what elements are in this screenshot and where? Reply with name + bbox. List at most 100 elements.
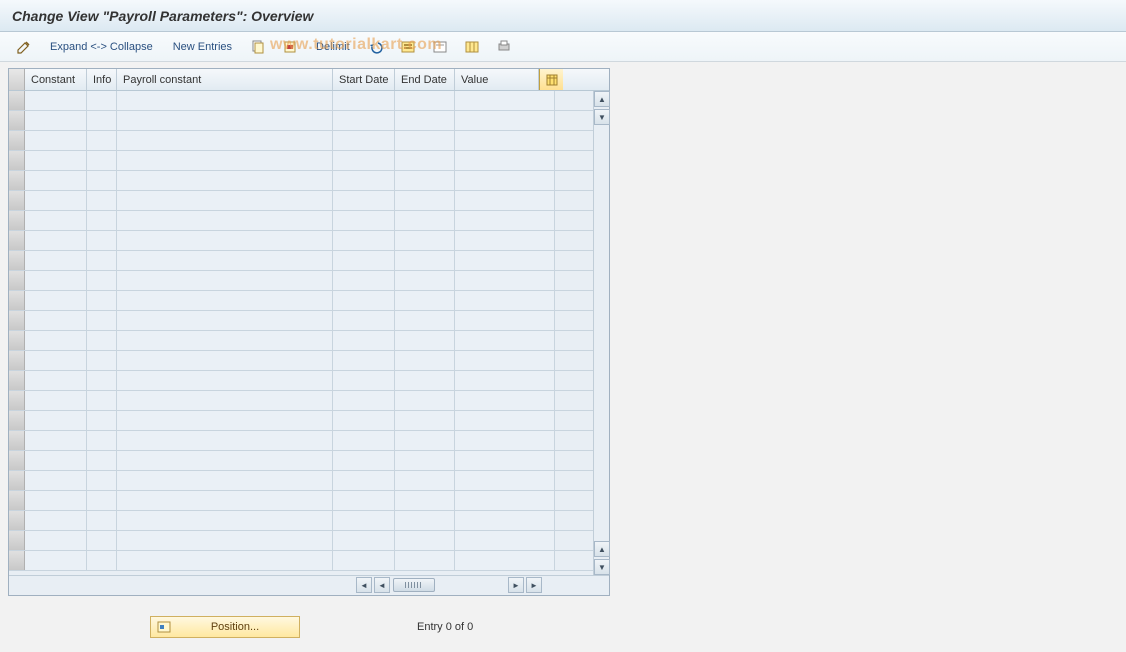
position-button[interactable]: Position...: [150, 616, 300, 638]
cell-end-date[interactable]: [395, 531, 455, 550]
row-selector[interactable]: [9, 191, 25, 210]
cell-constant[interactable]: [25, 131, 87, 150]
cell-value[interactable]: [455, 531, 555, 550]
cell-end-date[interactable]: [395, 131, 455, 150]
cell-info[interactable]: [87, 411, 117, 430]
cell-constant[interactable]: [25, 171, 87, 190]
cell-constant[interactable]: [25, 91, 87, 110]
vertical-scrollbar[interactable]: ▲ ▼ ▲ ▼: [593, 91, 609, 575]
cell-start-date[interactable]: [333, 191, 395, 210]
cell-start-date[interactable]: [333, 231, 395, 250]
cell-info[interactable]: [87, 231, 117, 250]
cell-value[interactable]: [455, 151, 555, 170]
cell-info[interactable]: [87, 331, 117, 350]
row-selector[interactable]: [9, 211, 25, 230]
scroll-left-start-button[interactable]: ◄: [356, 577, 372, 593]
cell-info[interactable]: [87, 491, 117, 510]
cell-end-date[interactable]: [395, 411, 455, 430]
cell-payroll-constant[interactable]: [117, 371, 333, 390]
cell-payroll-constant[interactable]: [117, 291, 333, 310]
cell-info[interactable]: [87, 171, 117, 190]
cell-start-date[interactable]: [333, 331, 395, 350]
cell-constant[interactable]: [25, 311, 87, 330]
scroll-up-button[interactable]: ▲: [594, 91, 610, 107]
row-selector[interactable]: [9, 171, 25, 190]
row-selector[interactable]: [9, 411, 25, 430]
row-selector[interactable]: [9, 331, 25, 350]
cell-start-date[interactable]: [333, 131, 395, 150]
cell-payroll-constant[interactable]: [117, 251, 333, 270]
cell-info[interactable]: [87, 311, 117, 330]
row-selector[interactable]: [9, 531, 25, 550]
cell-payroll-constant[interactable]: [117, 531, 333, 550]
cell-value[interactable]: [455, 211, 555, 230]
row-selector[interactable]: [9, 451, 25, 470]
expand-collapse-button[interactable]: Expand <-> Collapse: [44, 39, 159, 55]
cell-start-date[interactable]: [333, 271, 395, 290]
cell-payroll-constant[interactable]: [117, 471, 333, 490]
cell-end-date[interactable]: [395, 171, 455, 190]
cell-payroll-constant[interactable]: [117, 151, 333, 170]
cell-constant[interactable]: [25, 511, 87, 530]
column-header-info[interactable]: Info: [87, 69, 117, 90]
cell-value[interactable]: [455, 91, 555, 110]
undo-button[interactable]: [364, 37, 388, 57]
cell-payroll-constant[interactable]: [117, 191, 333, 210]
cell-payroll-constant[interactable]: [117, 331, 333, 350]
cell-constant[interactable]: [25, 271, 87, 290]
cell-info[interactable]: [87, 431, 117, 450]
cell-end-date[interactable]: [395, 391, 455, 410]
cell-end-date[interactable]: [395, 371, 455, 390]
cell-payroll-constant[interactable]: [117, 231, 333, 250]
cell-start-date[interactable]: [333, 451, 395, 470]
cell-info[interactable]: [87, 271, 117, 290]
scroll-down-button-2[interactable]: ▼: [594, 559, 610, 575]
cell-info[interactable]: [87, 391, 117, 410]
cell-value[interactable]: [455, 111, 555, 130]
cell-info[interactable]: [87, 351, 117, 370]
row-selector[interactable]: [9, 91, 25, 110]
cell-payroll-constant[interactable]: [117, 451, 333, 470]
edit-icon-button[interactable]: [12, 37, 36, 57]
cell-end-date[interactable]: [395, 351, 455, 370]
cell-start-date[interactable]: [333, 311, 395, 330]
row-selector[interactable]: [9, 551, 25, 570]
cell-start-date[interactable]: [333, 411, 395, 430]
cell-constant[interactable]: [25, 451, 87, 470]
cell-end-date[interactable]: [395, 551, 455, 570]
column-header-payroll-constant[interactable]: Payroll constant: [117, 69, 333, 90]
cell-end-date[interactable]: [395, 511, 455, 530]
cell-constant[interactable]: [25, 231, 87, 250]
cell-value[interactable]: [455, 491, 555, 510]
column-header-value[interactable]: Value: [455, 69, 539, 90]
cell-payroll-constant[interactable]: [117, 171, 333, 190]
cell-end-date[interactable]: [395, 451, 455, 470]
cell-start-date[interactable]: [333, 291, 395, 310]
cell-value[interactable]: [455, 511, 555, 530]
cell-constant[interactable]: [25, 491, 87, 510]
cell-constant[interactable]: [25, 351, 87, 370]
cell-payroll-constant[interactable]: [117, 311, 333, 330]
cell-payroll-constant[interactable]: [117, 391, 333, 410]
cell-payroll-constant[interactable]: [117, 271, 333, 290]
print-button[interactable]: [492, 37, 516, 57]
delete-button[interactable]: [278, 37, 302, 57]
select-all-button[interactable]: [396, 37, 420, 57]
cell-end-date[interactable]: [395, 291, 455, 310]
cell-end-date[interactable]: [395, 211, 455, 230]
column-header-start-date[interactable]: Start Date: [333, 69, 395, 90]
deselect-all-button[interactable]: [428, 37, 452, 57]
cell-constant[interactable]: [25, 191, 87, 210]
cell-start-date[interactable]: [333, 151, 395, 170]
hscroll-track[interactable]: [437, 576, 507, 595]
cell-end-date[interactable]: [395, 491, 455, 510]
cell-start-date[interactable]: [333, 211, 395, 230]
cell-start-date[interactable]: [333, 351, 395, 370]
cell-value[interactable]: [455, 191, 555, 210]
cell-info[interactable]: [87, 131, 117, 150]
cell-start-date[interactable]: [333, 511, 395, 530]
cell-constant[interactable]: [25, 291, 87, 310]
cell-start-date[interactable]: [333, 391, 395, 410]
cell-end-date[interactable]: [395, 471, 455, 490]
cell-end-date[interactable]: [395, 331, 455, 350]
